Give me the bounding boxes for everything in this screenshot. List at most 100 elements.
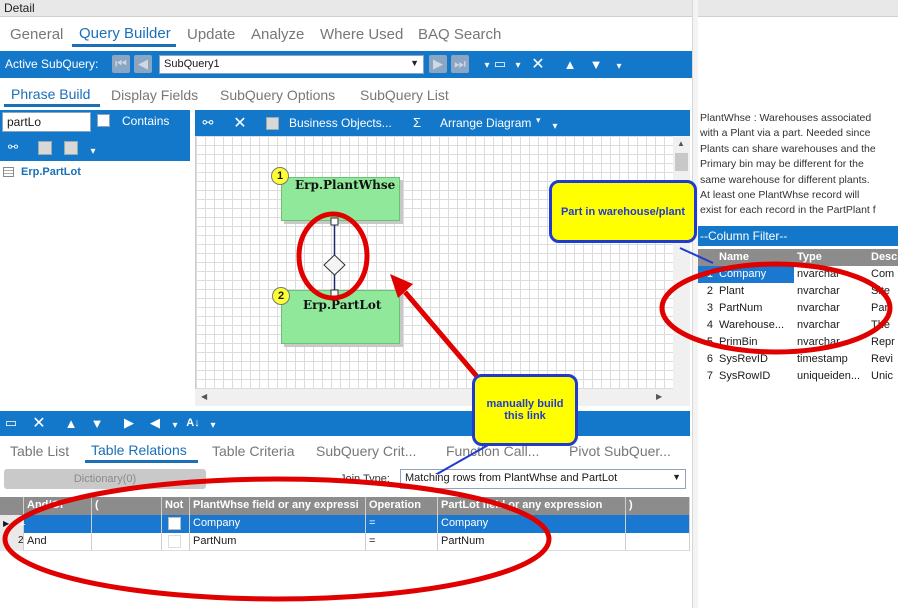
row-number: 4 — [706, 319, 713, 331]
header-rownum — [0, 497, 24, 515]
row-number: 5 — [706, 336, 713, 348]
column-list-table: Name Type Desc 1 Company nvarchar Com 2 … — [698, 249, 898, 385]
toolbar-dropdown-icon[interactable]: ▾ — [166, 416, 184, 434]
row-number: 3 — [706, 302, 713, 314]
column-name-cell: PartNum — [719, 302, 763, 314]
column-type-cell: uniqueiden... — [797, 370, 860, 382]
header-type[interactable]: Type — [794, 249, 868, 266]
header-close-paren[interactable]: ) — [626, 497, 690, 515]
column-type-cell: nvarchar — [797, 285, 840, 297]
header-name[interactable]: Name — [716, 249, 794, 266]
bottomtab-active-underline — [85, 460, 198, 463]
move-up-icon[interactable]: ▲ — [62, 414, 80, 432]
column-type-cell: nvarchar — [797, 268, 840, 280]
move-down-icon[interactable]: ▼ — [88, 414, 106, 432]
tab-subquery-criteria[interactable]: SubQuery Crit... — [316, 443, 416, 459]
column-desc-cell: The — [871, 319, 890, 331]
header-left-field[interactable]: PlantWhse field or any expressi — [190, 497, 366, 515]
join-type-value: Matching rows from PlantWhse and PartLot — [405, 472, 618, 484]
right-field-cell[interactable]: PartNum — [438, 533, 626, 551]
indent-right-icon[interactable]: ▶ — [120, 414, 138, 432]
description-line: Plants can share warehouses and the — [700, 142, 876, 155]
column-desc-cell: Revi — [871, 353, 894, 365]
table-row[interactable]: 4 Warehouse... nvarchar The — [698, 317, 898, 334]
not-checkbox[interactable] — [168, 535, 181, 548]
not-checkbox[interactable] — [168, 517, 181, 530]
column-name-cell: Warehouse... — [719, 319, 785, 331]
table-row[interactable]: 3 PartNum nvarchar Part — [698, 300, 898, 317]
tab-table-relations[interactable]: Table Relations — [91, 442, 187, 458]
column-desc-cell: Com — [871, 268, 895, 280]
not-cell[interactable] — [162, 515, 190, 533]
table-row[interactable]: 2 Plant nvarchar Site — [698, 283, 898, 300]
header-operation[interactable]: Operation — [366, 497, 438, 515]
dictionary-button[interactable]: Dictionary(0) — [4, 469, 206, 489]
row-number: 2 — [706, 285, 713, 297]
row-number: 7 — [706, 370, 713, 382]
table-row[interactable]: 1 Company nvarchar Com — [698, 266, 898, 283]
column-type-cell: nvarchar — [797, 302, 840, 314]
relations-header: And/Or ( Not PlantWhse field or any expr… — [0, 497, 690, 515]
row-number: 6 — [706, 353, 713, 365]
row-pointer-icon: ▶ — [3, 519, 10, 528]
chevron-down-icon: ▼ — [672, 472, 681, 482]
close-paren-cell[interactable] — [626, 533, 690, 551]
header-rownum — [698, 249, 716, 266]
open-paren-cell[interactable] — [92, 533, 162, 551]
tab-pivot-subquery[interactable]: Pivot SubQuer... — [569, 443, 671, 459]
column-name-cell: SysRowID — [719, 370, 771, 382]
column-type-cell: timestamp — [797, 353, 848, 365]
join-type-select[interactable]: Matching rows from PlantWhse and PartLot… — [400, 469, 686, 489]
header-not[interactable]: Not — [162, 497, 190, 515]
description-line: PlantWhse : Warehouses associated — [700, 112, 872, 124]
header-right-field[interactable]: PartLot field or any expression — [438, 497, 626, 515]
description-line: Primary bin may be different for the — [700, 158, 864, 171]
indent-left-icon[interactable]: ◀ — [146, 414, 164, 432]
operation-cell[interactable]: = — [366, 515, 438, 533]
not-cell[interactable] — [162, 533, 190, 551]
andor-cell[interactable]: And — [24, 533, 92, 551]
description-line: with a Plant via a part. Needed since — [700, 127, 871, 140]
column-name-cell: SysRevID — [719, 353, 768, 365]
column-list-header: Name Type Desc — [698, 249, 898, 266]
callout-manually-build-link: manually build this link — [472, 374, 578, 446]
column-desc-cell: Repr — [871, 336, 895, 348]
callout-part-in-warehouse: Part in warehouse/plant — [549, 180, 697, 243]
table-row[interactable]: 7 SysRowID uniqueiden... Unic — [698, 368, 898, 385]
description-line: same warehouse for different plants. — [700, 173, 870, 186]
column-desc-cell: Site — [871, 285, 890, 297]
left-field-cell[interactable]: PartNum — [190, 533, 366, 551]
right-field-cell[interactable]: Company — [438, 515, 626, 533]
left-field-cell[interactable]: Company — [190, 515, 366, 533]
relations-grid: And/Or ( Not PlantWhse field or any expr… — [0, 497, 690, 557]
table-description-panel: PlantWhse : Warehouses associated with a… — [692, 110, 898, 226]
andor-cell[interactable] — [24, 515, 92, 533]
column-filter-label: --Column Filter-- — [700, 229, 788, 243]
description-line: At least one PlantWhse record will — [700, 189, 860, 202]
header-desc[interactable]: Desc — [868, 249, 898, 266]
table-row[interactable]: 5 PrimBin nvarchar Repr — [698, 334, 898, 351]
join-type-label: Join Type: — [340, 473, 390, 485]
tab-table-list[interactable]: Table List — [10, 443, 69, 459]
sort-az-icon[interactable]: A↓ — [184, 414, 202, 432]
relations-options-row: Dictionary(0) Join Type: Matching rows f… — [0, 466, 690, 492]
column-desc-cell: Unic — [871, 370, 894, 382]
close-paren-cell[interactable] — [626, 515, 690, 533]
table-row[interactable]: 6 SysRevID timestamp Revi — [698, 351, 898, 368]
column-type-cell: nvarchar — [797, 319, 840, 331]
open-paren-cell[interactable] — [92, 515, 162, 533]
new-document-icon[interactable]: ▭ — [2, 414, 20, 432]
column-name-cell: PrimBin — [719, 336, 758, 348]
operation-cell[interactable]: = — [366, 533, 438, 551]
header-open-paren[interactable]: ( — [92, 497, 162, 515]
row-number: 1 — [20, 517, 26, 528]
delete-icon[interactable]: ✕ — [30, 414, 48, 432]
column-name-cell: Plant — [719, 285, 745, 297]
tab-table-criteria[interactable]: Table Criteria — [212, 443, 294, 459]
row-number: 1 — [698, 266, 716, 283]
column-filter-bar: --Column Filter-- — [698, 226, 898, 246]
header-andor[interactable]: And/Or — [24, 497, 92, 515]
table-row[interactable]: ▶ Company = Company — [0, 515, 690, 533]
toolbar-overflow-icon[interactable]: ▾ — [204, 416, 222, 434]
table-row[interactable]: And PartNum = PartNum — [0, 533, 690, 551]
